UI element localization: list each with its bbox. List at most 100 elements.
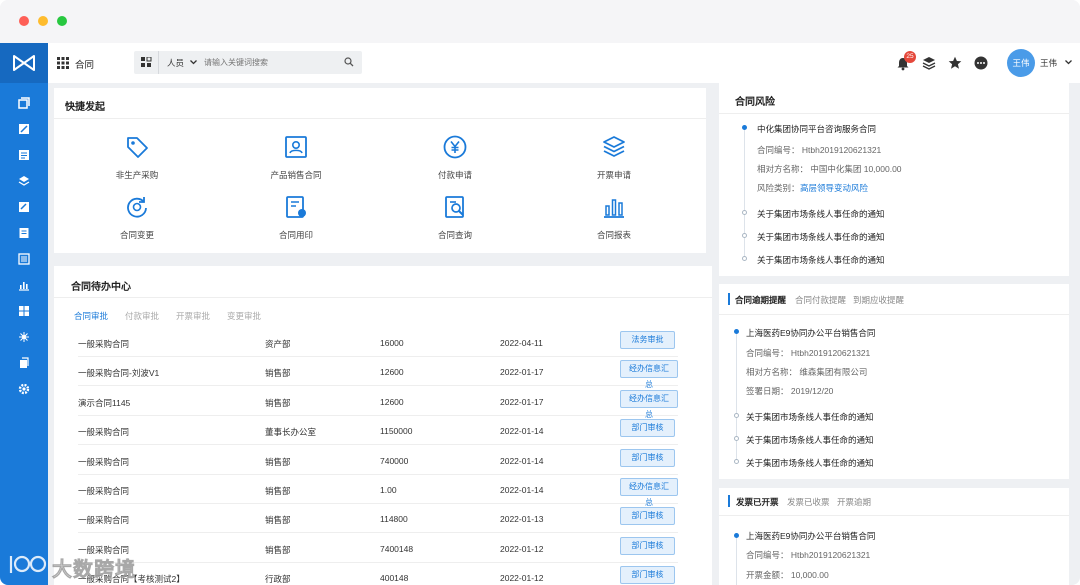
sidebar-item-chart[interactable] <box>17 278 31 292</box>
tab-contract-approval[interactable]: 合同审批 <box>74 310 108 322</box>
sidebar-item-layers[interactable] <box>17 174 31 188</box>
table-row[interactable]: 一般采购合同 销售部 7400148 2022-01-12 部门审核 <box>78 534 678 563</box>
row-date: 2022-01-12 <box>500 543 544 554</box>
approval-action-button[interactable]: 经办信息汇总 <box>620 478 678 507</box>
approval-action-button[interactable]: 法务审批 <box>620 331 675 349</box>
section-marker <box>728 495 730 507</box>
timeline-dot <box>734 413 739 418</box>
sidebar-item-book[interactable] <box>17 226 31 240</box>
grid-icon <box>19 306 29 316</box>
star-icon[interactable] <box>948 56 962 70</box>
minimize-window-button[interactable] <box>38 16 48 26</box>
quick-item-label: 合同报表 <box>596 230 631 240</box>
risk-notice-item[interactable]: 关于集团市场条线人事任命的通知 <box>757 208 885 220</box>
quick-item-label: 付款申请 <box>437 170 472 180</box>
tab-contract-payment[interactable]: 合同付款提醒 <box>795 294 846 306</box>
timeline-dot <box>742 210 747 215</box>
sidebar-item-network[interactable] <box>17 330 31 344</box>
approval-action-button[interactable]: 经办信息汇总 <box>620 389 678 419</box>
risk-notice-item[interactable]: 关于集团市场条线人事任命的通知 <box>757 254 885 266</box>
sidebar-item-grid[interactable] <box>17 304 31 318</box>
approval-action-button[interactable]: 经办信息汇总 <box>620 360 678 389</box>
tab-invoice-received[interactable]: 发票已收票 <box>787 496 830 508</box>
approval-action-button[interactable]: 部门审核 <box>620 507 675 526</box>
row-contract-name: 一般采购合同 <box>78 456 130 467</box>
overdue-notice-item[interactable]: 关于集团市场条线人事任命的通知 <box>746 411 874 423</box>
module-icon[interactable] <box>141 57 152 68</box>
overdue-notice-item[interactable]: 关于集团市场条线人事任命的通知 <box>746 434 874 446</box>
row-amount: 12600 <box>380 367 404 378</box>
quick-item-contract-seal[interactable]: 合同用印 <box>236 194 356 250</box>
apps-grid-icon[interactable] <box>57 57 69 69</box>
quick-item-invoice-request[interactable]: 开票申请 <box>554 134 674 190</box>
tab-due-receivable[interactable]: 到期应收提醒 <box>853 294 904 306</box>
approval-action-button[interactable]: 部门审核 <box>620 419 675 438</box>
risk-item-title[interactable]: 中化集团协同平台咨询服务合同 <box>757 123 876 135</box>
user-name[interactable]: 王伟 <box>1040 57 1057 69</box>
tab-payment-approval[interactable]: 付款审批 <box>125 310 159 322</box>
divider <box>54 118 706 119</box>
approval-action-button[interactable]: 部门审核 <box>620 448 675 467</box>
row-department: 销售部 <box>265 397 291 408</box>
tab-invoice-approval[interactable]: 开票审批 <box>176 310 210 322</box>
avatar[interactable]: 王伟 <box>1007 49 1035 77</box>
risk-notice-item[interactable]: 关于集团市场条线人事任命的通知 <box>757 231 885 243</box>
tab-invoice-overdue[interactable]: 开票逾期 <box>837 496 871 508</box>
search-input[interactable] <box>204 54 334 71</box>
quick-item-contract-query[interactable]: 合同查询 <box>395 194 515 250</box>
quick-item-non-production-purchase[interactable]: 非生产采购 <box>77 134 197 190</box>
sidebar-item-edit[interactable] <box>17 122 31 136</box>
sidebar-item-document[interactable] <box>17 148 31 162</box>
close-window-button[interactable] <box>19 16 29 26</box>
tab-contract-overdue[interactable]: 合同逾期提醒 <box>735 294 786 306</box>
quick-item-contract-change[interactable]: 合同变更 <box>77 194 197 250</box>
layers-icon <box>603 136 625 157</box>
sidebar-item-list[interactable] <box>17 252 31 266</box>
approval-action-button[interactable]: 部门审核 <box>620 536 675 555</box>
filter-dropdown[interactable]: 人员 <box>158 51 202 74</box>
timeline-line <box>736 332 737 463</box>
timeline-dot <box>734 533 739 538</box>
more-icon[interactable] <box>974 56 988 70</box>
note-edit-icon <box>19 202 29 212</box>
sidebar-item-settings[interactable] <box>17 382 31 396</box>
row-contract-name: 一般采购合同-刘波V1 <box>78 368 160 379</box>
table-row[interactable]: 一般采购合同-刘波V1 销售部 12600 2022-01-17 经办信息汇总 <box>78 357 678 389</box>
invoice-item-title[interactable]: 上海医药E9协同办公平台销售合同 <box>746 530 875 542</box>
search-bar: 人员 <box>134 51 362 74</box>
tab-invoice-issued[interactable]: 发票已开票 <box>736 496 779 508</box>
approval-action-button[interactable]: 部门审核 <box>620 566 675 585</box>
app-logo[interactable] <box>0 43 48 83</box>
app-window: 合同 人员 25 王伟 王伟 快捷发起 非生产采购 产 <box>0 0 1080 585</box>
row-amount: 7400148 <box>380 543 414 554</box>
divider <box>54 297 712 298</box>
table-row[interactable]: 一般采购合同 资产部 16000 2022-04-11 法务审批 <box>78 328 678 357</box>
notification-button[interactable]: 25 <box>896 51 916 71</box>
table-row[interactable]: 一般采购合同 董事长办公室 1150000 2022-01-14 部门审核 <box>78 416 678 446</box>
watermark: 大数跨境 <box>8 551 148 581</box>
quick-item-payment-request[interactable]: 付款申请 <box>395 134 515 190</box>
table-row[interactable]: 一般采购合同 销售部 740000 2022-01-14 部门审核 <box>78 446 678 475</box>
row-date: 2022-01-13 <box>500 514 544 525</box>
sidebar-item-note[interactable] <box>17 200 31 214</box>
quick-item-contract-report[interactable]: 合同报表 <box>554 194 674 250</box>
overdue-notice-item[interactable]: 关于集团市场条线人事任命的通知 <box>746 457 874 469</box>
yen-coin-icon <box>443 135 467 159</box>
sidebar-item-copy[interactable] <box>17 96 31 110</box>
risk-counterparty: 相对方名称： 中国中化集团 10,000.00 <box>757 164 902 174</box>
user-menu-chevron-icon[interactable] <box>1065 60 1072 65</box>
sidebar-item-files[interactable] <box>17 356 31 370</box>
table-row[interactable]: 一般采购合同【考核测试2】 行政部 400148 2022-01-12 部门审核 <box>78 563 678 585</box>
table-row[interactable]: 一般采购合同 销售部 114800 2022-01-13 部门审核 <box>78 504 678 534</box>
change-cycle-icon <box>127 197 147 218</box>
table-row[interactable]: 一般采购合同 销售部 1.00 2022-01-14 经办信息汇总 <box>78 475 678 507</box>
maximize-window-button[interactable] <box>57 16 67 26</box>
risk-type-value[interactable]: 高层领导变动风险 <box>800 182 868 194</box>
quick-item-product-sales-contract[interactable]: 产品销售合同 <box>236 134 356 190</box>
stack-icon[interactable] <box>922 56 936 70</box>
invoice-contract-no: 合同编号： Htbh2019120621321 <box>746 550 871 560</box>
search-icon[interactable] <box>344 57 354 67</box>
table-row[interactable]: 演示合同1145 销售部 12600 2022-01-17 经办信息汇总 <box>78 387 678 419</box>
tab-change-approval[interactable]: 变更审批 <box>227 310 261 322</box>
overdue-item-title[interactable]: 上海医药E9协同办公平台销售合同 <box>746 327 875 339</box>
